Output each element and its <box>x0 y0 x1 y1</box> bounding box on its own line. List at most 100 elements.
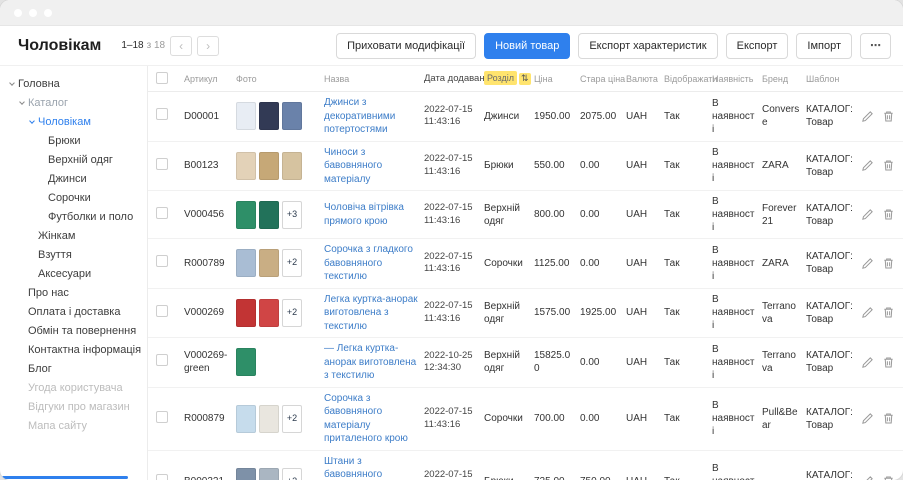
window-maximize-dot[interactable] <box>44 9 52 17</box>
sidebar-item-dzhynsy[interactable]: Джинси <box>0 169 147 188</box>
row-checkbox[interactable] <box>156 255 168 267</box>
column-header-currency[interactable]: Валюта <box>626 74 664 84</box>
sidebar-item-obmin-ta-povernennia[interactable]: Обмін та повернення <box>0 321 147 340</box>
product-name-link[interactable]: Чоловіча вітрівка прямого крою <box>324 202 404 227</box>
product-photo[interactable] <box>259 102 279 130</box>
new-product-button[interactable]: Новий товар <box>484 33 570 59</box>
product-name-link[interactable]: Легка куртка-анорак виготовлена з тексти… <box>324 294 418 332</box>
delete-icon[interactable] <box>882 412 895 425</box>
sort-icon[interactable]: ⇅ <box>519 73 531 85</box>
delete-icon[interactable] <box>882 475 895 480</box>
sidebar-item-bloh[interactable]: Блог <box>0 359 147 378</box>
delete-icon[interactable] <box>882 159 895 172</box>
window-close-dot[interactable] <box>14 9 22 17</box>
product-name-link[interactable]: Штани з бавовняного матеріалу прямого кр… <box>324 456 411 480</box>
row-checkbox[interactable] <box>156 305 168 317</box>
edit-icon[interactable] <box>861 475 874 480</box>
sidebar-item-pro-nas[interactable]: Про нас <box>0 283 147 302</box>
row-checkbox[interactable] <box>156 474 168 480</box>
product-photo[interactable] <box>259 405 279 433</box>
edit-icon[interactable] <box>861 110 874 123</box>
product-photo[interactable] <box>236 152 256 180</box>
delete-icon[interactable] <box>882 208 895 221</box>
column-header-date[interactable]: Дата додавання <box>424 73 484 84</box>
sidebar-item-bryuky[interactable]: Брюки <box>0 131 147 150</box>
edit-icon[interactable] <box>861 356 874 369</box>
delete-icon[interactable] <box>882 306 895 319</box>
sidebar-item-vidhuky-pro-mahazyn[interactable]: Відгуки про магазин <box>0 397 147 416</box>
more-photos-badge[interactable]: +2 <box>282 468 302 480</box>
pagination-next-button[interactable]: › <box>197 36 219 56</box>
more-photos-badge[interactable]: +2 <box>282 299 302 327</box>
sidebar-item-aksesuary[interactable]: Аксесуари <box>0 264 147 283</box>
sidebar-item-zhinkam[interactable]: Жінкам <box>0 226 147 245</box>
sidebar-scrollbar[interactable] <box>2 476 128 479</box>
product-name-link[interactable]: — Легка куртка-анорак виготовлена з текс… <box>324 343 416 381</box>
product-photo[interactable] <box>236 299 256 327</box>
row-checkbox[interactable] <box>156 354 168 366</box>
sidebar-item-vzuttia[interactable]: Взуття <box>0 245 147 264</box>
row-checkbox[interactable] <box>156 158 168 170</box>
product-photo[interactable] <box>236 201 256 229</box>
product-name-link[interactable]: Джинси з декоративними потертостями <box>324 97 395 135</box>
sidebar-item-cholovikam[interactable]: Чоловікам <box>0 112 147 131</box>
edit-icon[interactable] <box>861 159 874 172</box>
import-button[interactable]: Імпорт <box>796 33 852 59</box>
export-characteristics-button[interactable]: Експорт характеристик <box>578 33 717 59</box>
edit-icon[interactable] <box>861 412 874 425</box>
product-photo[interactable] <box>282 102 302 130</box>
sidebar-item-mapa-saitu[interactable]: Мапа сайту <box>0 416 147 435</box>
sidebar-item-kataloh[interactable]: Каталог <box>0 93 147 112</box>
column-header-brand[interactable]: Бренд <box>762 74 806 84</box>
row-checkbox[interactable] <box>156 108 168 120</box>
edit-icon[interactable] <box>861 208 874 221</box>
sidebar-item-oplata-i-dostavka[interactable]: Оплата і доставка <box>0 302 147 321</box>
product-photo[interactable] <box>282 152 302 180</box>
row-checkbox[interactable] <box>156 411 168 423</box>
select-all-checkbox[interactable] <box>156 72 168 84</box>
product-photo[interactable] <box>259 152 279 180</box>
delete-icon[interactable] <box>882 356 895 369</box>
more-photos-badge[interactable]: +3 <box>282 201 302 229</box>
row-checkbox[interactable] <box>156 207 168 219</box>
column-header-section[interactable]: Розділ⇅ <box>484 73 534 84</box>
product-photo[interactable] <box>259 468 279 480</box>
column-header-template[interactable]: Шаблон <box>806 74 860 84</box>
edit-icon[interactable] <box>861 306 874 319</box>
more-photos-badge[interactable]: +2 <box>282 249 302 277</box>
window-minimize-dot[interactable] <box>29 9 37 17</box>
product-photo[interactable] <box>259 249 279 277</box>
product-photo[interactable] <box>236 102 256 130</box>
column-header-stock[interactable]: Наявність <box>712 74 762 84</box>
product-name-link[interactable]: Сорочка з бавовняного матеріалу притален… <box>324 393 408 445</box>
product-photo[interactable] <box>259 299 279 327</box>
time-value: 11:43:16 <box>424 116 478 128</box>
column-header-old_price[interactable]: Стара ціна <box>580 74 626 84</box>
sidebar-item-futbolky-i-polo[interactable]: Футболки и поло <box>0 207 147 226</box>
column-header-sku[interactable]: Артикул <box>184 74 236 84</box>
pagination-prev-button[interactable]: ‹ <box>170 36 192 56</box>
edit-icon[interactable] <box>861 257 874 270</box>
column-header-display[interactable]: Відображати <box>664 74 712 84</box>
sidebar-item-sorochky[interactable]: Сорочки <box>0 188 147 207</box>
column-header-price[interactable]: Ціна <box>534 74 580 84</box>
delete-icon[interactable] <box>882 257 895 270</box>
product-photo[interactable] <box>236 249 256 277</box>
product-name-link[interactable]: Чиноси з бавовняного матеріалу <box>324 147 382 185</box>
column-header-photo[interactable]: Фото <box>236 74 324 84</box>
more-actions-button[interactable]: ⋯ <box>860 33 891 59</box>
export-button[interactable]: Експорт <box>726 33 789 59</box>
product-photo[interactable] <box>236 405 256 433</box>
sidebar-item-uhoda-korystuvacha[interactable]: Угода користувача <box>0 378 147 397</box>
more-photos-badge[interactable]: +2 <box>282 405 302 433</box>
product-name-link[interactable]: Сорочка з гладкого бавовняного текстилю <box>324 244 413 282</box>
delete-icon[interactable] <box>882 110 895 123</box>
sidebar-item-verkhnii-odiah[interactable]: Верхній одяг <box>0 150 147 169</box>
product-photo[interactable] <box>259 201 279 229</box>
sidebar-item-holovna[interactable]: Головна <box>0 74 147 93</box>
sidebar-item-kontaktna-informatsiia[interactable]: Контактна інформація <box>0 340 147 359</box>
product-photo[interactable] <box>236 348 256 376</box>
column-header-name[interactable]: Назва <box>324 74 424 84</box>
product-photo[interactable] <box>236 468 256 480</box>
hide-modifications-button[interactable]: Приховати модифікації <box>336 33 476 59</box>
